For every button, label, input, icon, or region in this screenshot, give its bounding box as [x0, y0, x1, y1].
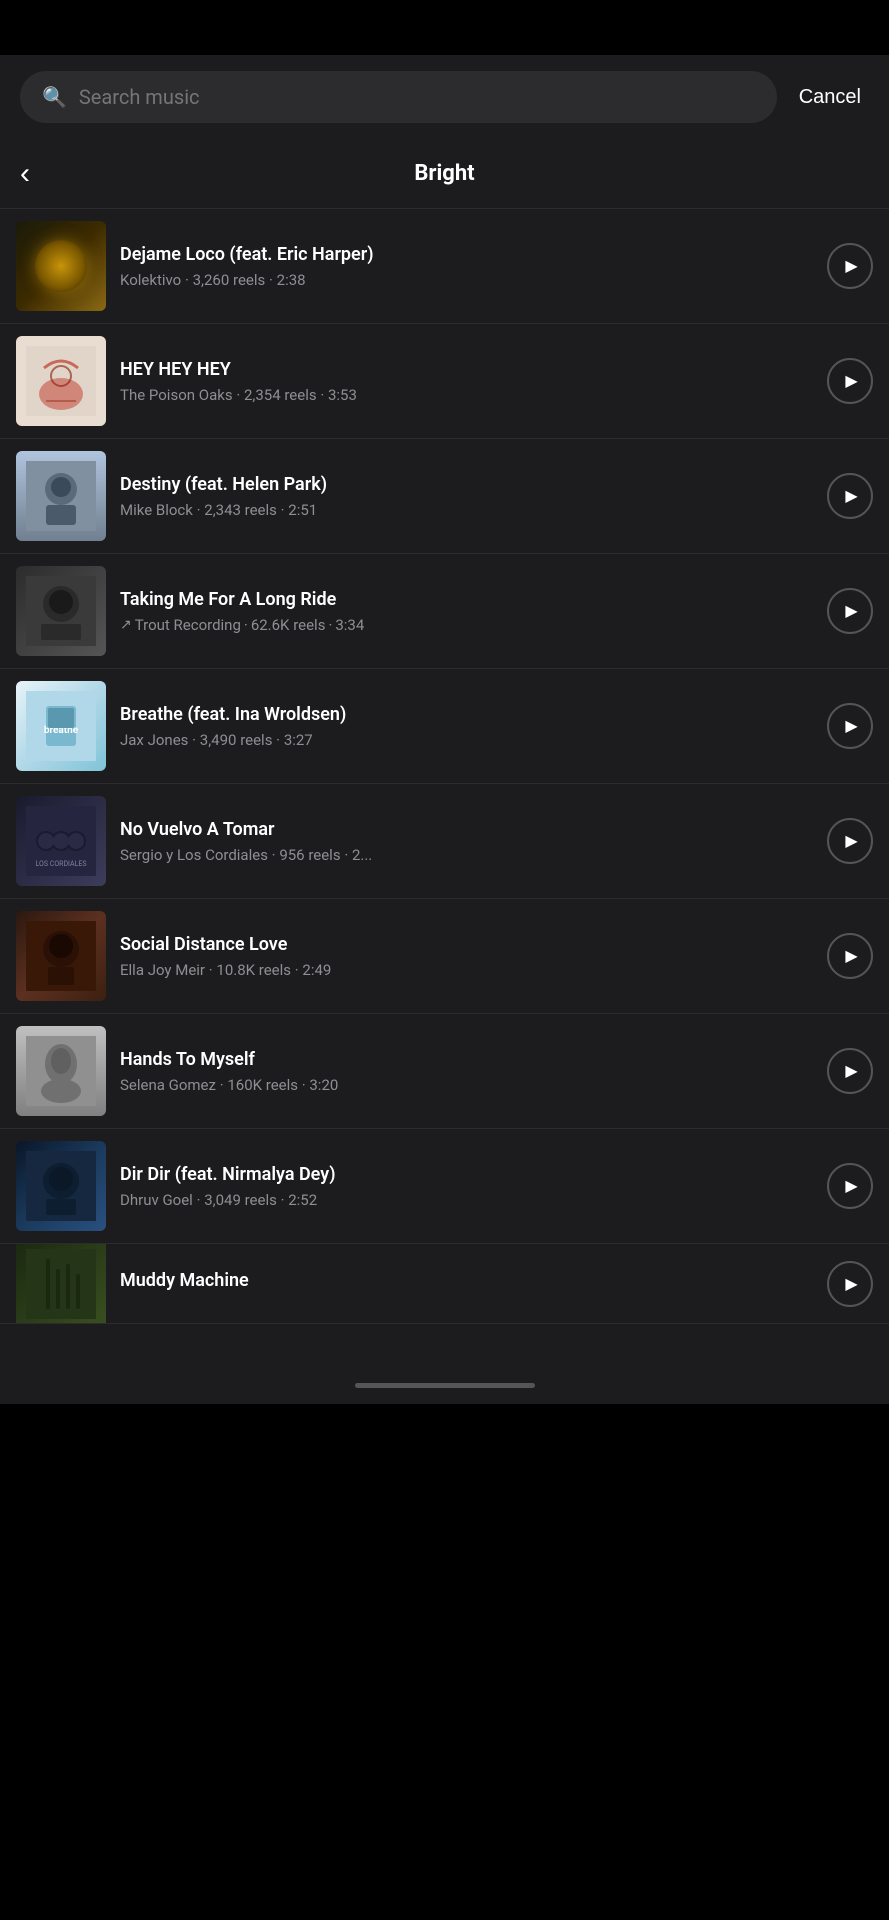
album-art	[16, 1244, 106, 1324]
song-info: Dejame Loco (feat. Eric Harper) Kolektiv…	[120, 244, 813, 289]
album-art	[16, 566, 106, 656]
song-title: Taking Me For A Long Ride	[120, 589, 813, 610]
playlist-header: ‹ Bright	[0, 139, 889, 209]
play-icon: ▶	[845, 1274, 857, 1294]
play-button[interactable]: ▶	[827, 243, 873, 289]
play-icon: ▶	[845, 831, 857, 851]
album-art	[16, 1026, 106, 1116]
search-bar-container: 🔍 Cancel	[0, 55, 889, 139]
play-button[interactable]: ▶	[827, 588, 873, 634]
song-meta: Dhruv Goel · 3,049 reels · 2:52	[120, 1191, 813, 1209]
play-icon: ▶	[845, 946, 857, 966]
song-info: Hands To Myself Selena Gomez · 160K reel…	[120, 1049, 813, 1094]
list-item[interactable]: breathe Breathe (feat. Ina Wroldsen) Jax…	[0, 669, 889, 784]
song-title: Muddy Machine	[120, 1270, 813, 1291]
song-title: Dejame Loco (feat. Eric Harper)	[120, 244, 813, 265]
song-title: HEY HEY HEY	[120, 359, 813, 380]
song-meta: Ella Joy Meir · 10.8K reels · 2:49	[120, 961, 813, 979]
list-item[interactable]: Dejame Loco (feat. Eric Harper) Kolektiv…	[0, 209, 889, 324]
song-title: Breathe (feat. Ina Wroldsen)	[120, 704, 813, 725]
play-button[interactable]: ▶	[827, 358, 873, 404]
song-title: Hands To Myself	[120, 1049, 813, 1070]
play-icon: ▶	[845, 601, 857, 621]
play-button[interactable]: ▶	[827, 703, 873, 749]
song-info: Destiny (feat. Helen Park) Mike Block · …	[120, 474, 813, 519]
album-art	[16, 336, 106, 426]
play-button[interactable]: ▶	[827, 473, 873, 519]
song-info: No Vuelvo A Tomar Sergio y Los Cordiales…	[120, 819, 813, 864]
play-icon: ▶	[845, 716, 857, 736]
song-info: Muddy Machine	[120, 1270, 813, 1297]
list-item[interactable]: Muddy Machine ▶	[0, 1244, 889, 1324]
search-input[interactable]	[79, 85, 755, 109]
top-bar	[0, 0, 889, 55]
search-icon: 🔍	[42, 85, 67, 109]
play-icon: ▶	[845, 371, 857, 391]
song-title: Dir Dir (feat. Nirmalya Dey)	[120, 1164, 813, 1185]
song-title: Social Distance Love	[120, 934, 813, 955]
list-item[interactable]: Hands To Myself Selena Gomez · 160K reel…	[0, 1014, 889, 1129]
play-icon: ▶	[845, 1061, 857, 1081]
song-info: Dir Dir (feat. Nirmalya Dey) Dhruv Goel …	[120, 1164, 813, 1209]
song-title: No Vuelvo A Tomar	[120, 819, 813, 840]
list-item[interactable]: HEY HEY HEY The Poison Oaks · 2,354 reel…	[0, 324, 889, 439]
song-info: Social Distance Love Ella Joy Meir · 10.…	[120, 934, 813, 979]
list-item[interactable]: Destiny (feat. Helen Park) Mike Block · …	[0, 439, 889, 554]
album-art: LOS CORDIALES	[16, 796, 106, 886]
song-meta: Mike Block · 2,343 reels · 2:51	[120, 501, 813, 519]
play-button[interactable]: ▶	[827, 933, 873, 979]
song-meta: Sergio y Los Cordiales · 956 reels · 2..…	[120, 846, 813, 864]
album-art	[16, 221, 106, 311]
play-icon: ▶	[845, 486, 857, 506]
song-meta: Jax Jones · 3,490 reels · 3:27	[120, 731, 813, 749]
list-item[interactable]: Social Distance Love Ella Joy Meir · 10.…	[0, 899, 889, 1014]
song-title: Destiny (feat. Helen Park)	[120, 474, 813, 495]
play-button[interactable]: ▶	[827, 1163, 873, 1209]
list-item[interactable]: LOS CORDIALES No Vuelvo A Tomar Sergio y…	[0, 784, 889, 899]
list-item[interactable]: Taking Me For A Long Ride ↗ Trout Record…	[0, 554, 889, 669]
play-icon: ▶	[845, 1176, 857, 1196]
album-art	[16, 911, 106, 1001]
play-icon: ▶	[845, 256, 857, 276]
trending-icon: ↗	[120, 617, 132, 633]
song-info: Breathe (feat. Ina Wroldsen) Jax Jones ·…	[120, 704, 813, 749]
back-button[interactable]: ‹	[20, 159, 30, 189]
svg-text:LOS CORDIALES: LOS CORDIALES	[36, 860, 87, 868]
album-art	[16, 451, 106, 541]
song-info: Taking Me For A Long Ride ↗ Trout Record…	[120, 589, 813, 634]
song-meta: Selena Gomez · 160K reels · 3:20	[120, 1076, 813, 1094]
play-button[interactable]: ▶	[827, 1261, 873, 1307]
list-item[interactable]: Dir Dir (feat. Nirmalya Dey) Dhruv Goel …	[0, 1129, 889, 1244]
play-button[interactable]: ▶	[827, 818, 873, 864]
search-input-wrapper[interactable]: 🔍	[20, 71, 777, 123]
songs-list: Dejame Loco (feat. Eric Harper) Kolektiv…	[0, 209, 889, 1324]
playlist-title: Bright	[414, 161, 474, 186]
song-meta: ↗ Trout Recording · 62.6K reels · 3:34	[120, 616, 813, 634]
song-meta: Kolektivo · 3,260 reels · 2:38	[120, 271, 813, 289]
cancel-button[interactable]: Cancel	[791, 82, 869, 113]
album-art	[16, 1141, 106, 1231]
song-info: HEY HEY HEY The Poison Oaks · 2,354 reel…	[120, 359, 813, 404]
play-button[interactable]: ▶	[827, 1048, 873, 1094]
song-meta: The Poison Oaks · 2,354 reels · 3:53	[120, 386, 813, 404]
bottom-indicator	[0, 1324, 889, 1404]
home-indicator	[355, 1383, 535, 1388]
album-art: breathe	[16, 681, 106, 771]
